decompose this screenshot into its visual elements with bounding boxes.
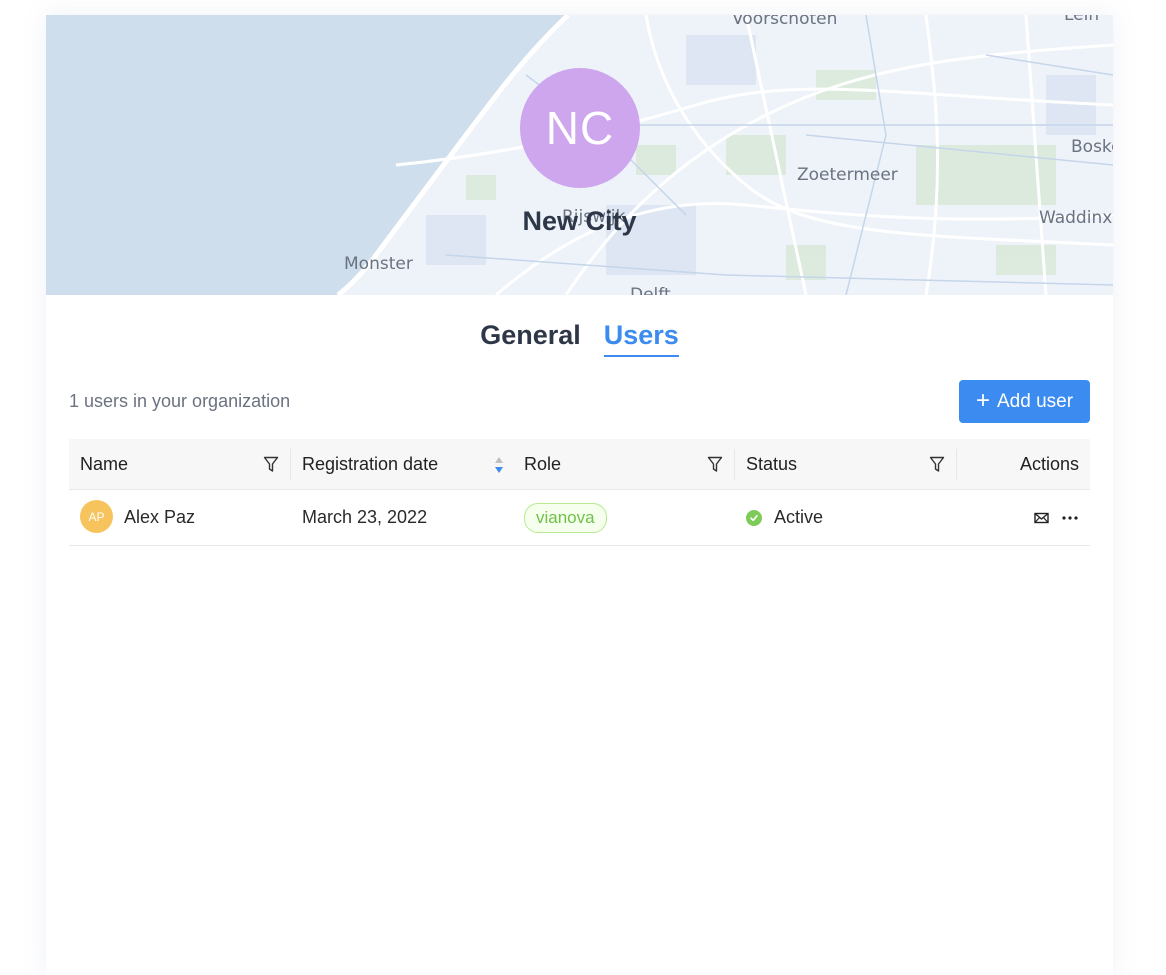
users-table: Name Registration date Role Status Actio… <box>69 439 1090 546</box>
column-label-name: Name <box>80 454 129 474</box>
column-header-role: Role <box>513 439 735 490</box>
organization-name: New City <box>522 206 637 236</box>
registration-date: March 23, 2022 <box>302 507 428 527</box>
mail-icon[interactable] <box>1034 512 1049 524</box>
map-label-delft: Delft <box>630 285 671 295</box>
tab-users[interactable]: Users <box>603 320 679 357</box>
tab-bar: General Users <box>46 320 1113 357</box>
map-label-leiden: Lein <box>1064 15 1100 25</box>
cell-status: Active <box>735 490 957 545</box>
cell-name: AP Alex Paz <box>69 490 291 545</box>
filter-icon[interactable] <box>707 456 723 473</box>
map-label-boskoop: Bosko <box>1071 137 1113 157</box>
filter-icon[interactable] <box>929 456 945 473</box>
avatar: AP <box>80 500 113 533</box>
column-header-name: Name <box>69 439 291 490</box>
map-label-zoetermeer: Zoetermeer <box>797 165 898 185</box>
user-count-text: 1 users in your organization <box>69 391 291 411</box>
filter-icon[interactable] <box>263 456 279 473</box>
table-header: Name Registration date Role Status Actio… <box>69 439 1090 490</box>
cell-role: vianova <box>513 490 735 545</box>
cell-actions <box>957 490 1090 545</box>
map-label-voorschoten: Voorschoten <box>732 15 838 29</box>
organization-card: Voorschoten Lein Zoetermeer Bosko Waddin… <box>46 15 1113 975</box>
status-text: Active <box>774 507 824 527</box>
plus-icon: + <box>975 386 990 414</box>
cell-registration-date: March 23, 2022 <box>291 490 513 545</box>
tab-general[interactable]: General <box>480 320 581 357</box>
organization-avatar: NC <box>520 68 640 188</box>
column-header-status: Status <box>735 439 957 490</box>
column-label-status: Status <box>746 454 798 474</box>
column-label-actions: Actions <box>1019 454 1079 474</box>
add-user-label: Add user <box>996 390 1074 412</box>
column-label-role: Role <box>524 454 562 474</box>
column-header-registration-date[interactable]: Registration date <box>291 439 513 490</box>
column-label-registration-date: Registration date <box>302 454 439 474</box>
column-header-actions: Actions <box>957 439 1090 490</box>
role-tag: vianova <box>524 502 607 533</box>
map-label-monster: Monster <box>344 254 413 274</box>
add-user-button[interactable]: + Add user <box>959 380 1090 423</box>
map-banner: Voorschoten Lein Zoetermeer Bosko Waddin… <box>46 15 1113 295</box>
user-name: Alex Paz <box>124 507 196 527</box>
sort-icon[interactable] <box>493 455 505 475</box>
table-row: AP Alex Paz March 23, 2022 vianova Activ… <box>69 490 1090 546</box>
more-icon[interactable] <box>1062 515 1078 520</box>
check-circle-icon <box>746 509 762 526</box>
